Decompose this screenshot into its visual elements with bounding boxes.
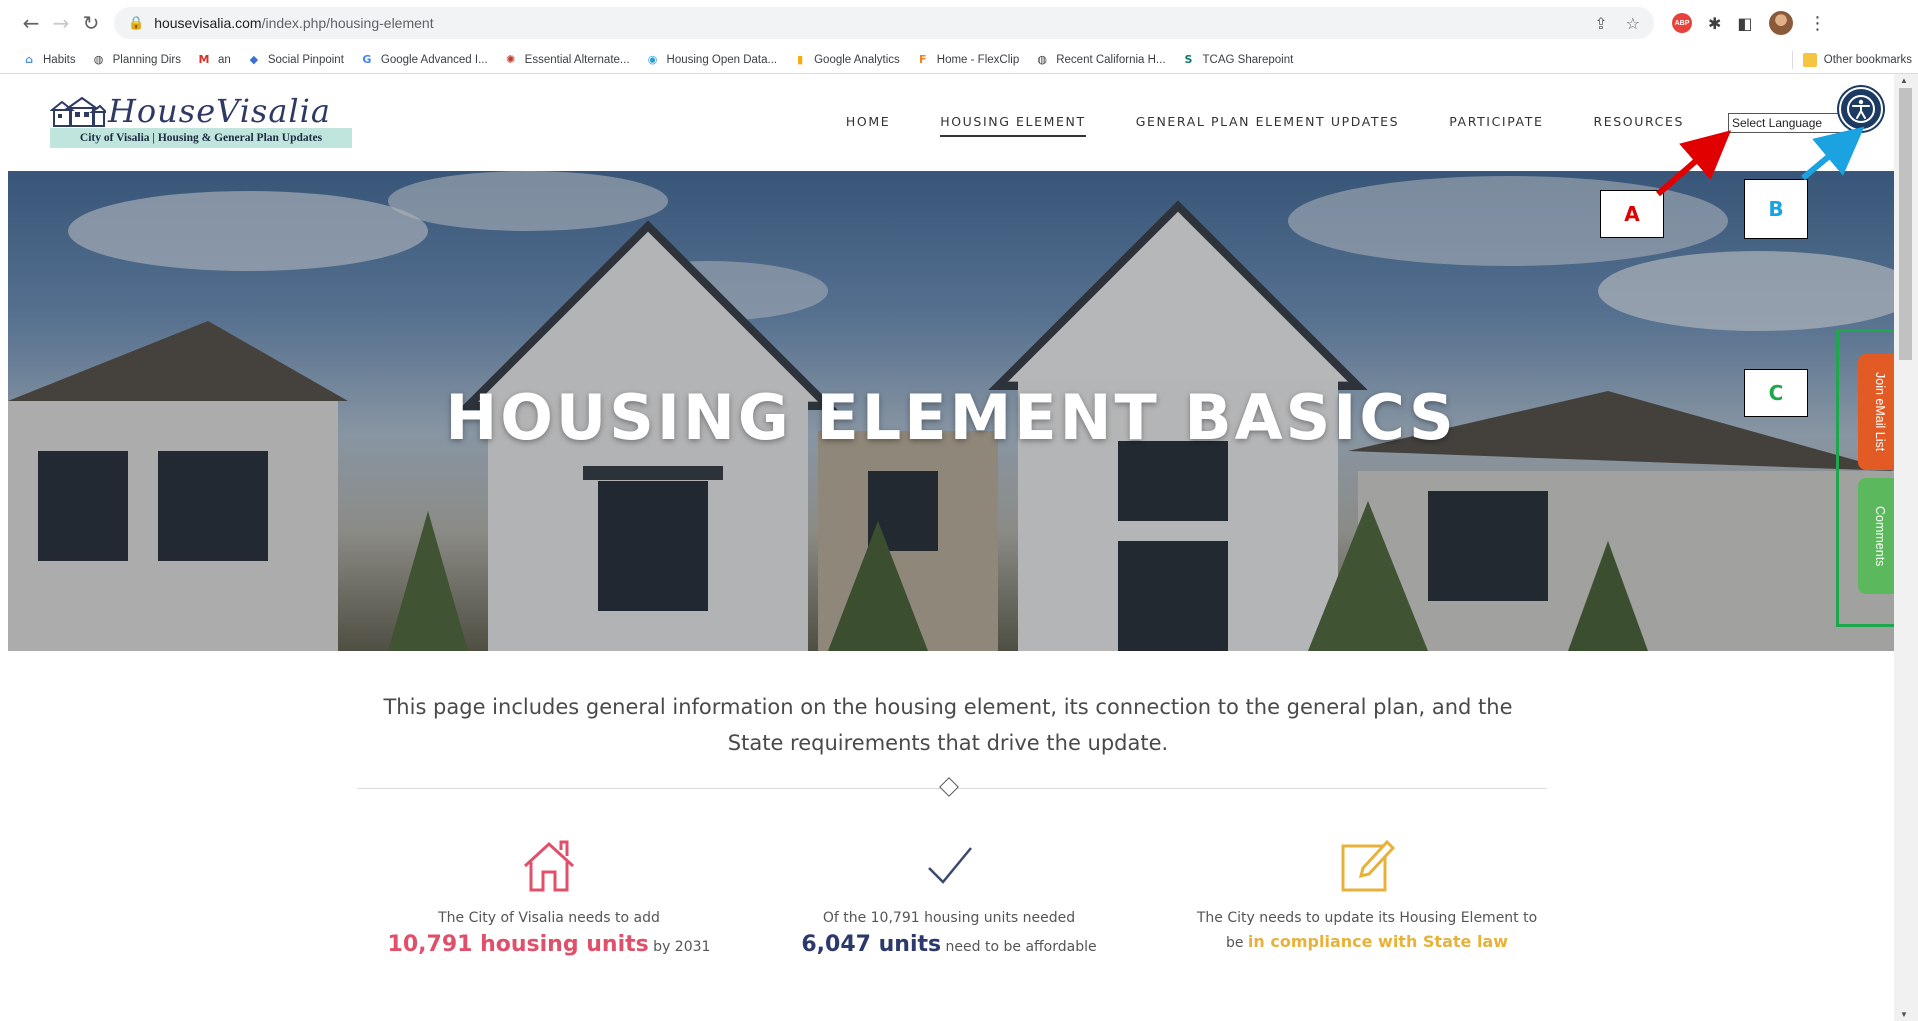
bookmark-item[interactable]: Man bbox=[197, 53, 231, 67]
bookmark-label: TCAG Sharepoint bbox=[1202, 53, 1294, 66]
bookmark-label: an bbox=[218, 53, 231, 66]
bookmark-item[interactable]: ⌂ Habits bbox=[22, 53, 76, 67]
edit-icon bbox=[1341, 839, 1396, 892]
address-bar[interactable]: 🔒 housevisalia.com /index.php/housing-el… bbox=[114, 7, 1654, 39]
checkmark-icon bbox=[928, 847, 972, 884]
stat-1-text: The City of Visalia needs to add bbox=[438, 910, 660, 926]
habits-icon: ⌂ bbox=[25, 52, 33, 66]
house-icon bbox=[523, 840, 575, 892]
intro-line-2: State requirements that drive the update… bbox=[727, 731, 1169, 755]
stat-3-prefix: be bbox=[1225, 935, 1248, 951]
intro-text: This page includes general information o… bbox=[348, 689, 1548, 761]
web-page: HouseVisalia City of Visalia | Housing &… bbox=[8, 74, 1894, 1021]
bookmark-label: Essential Alternate... bbox=[524, 53, 630, 66]
bookmark-item[interactable]: ◆ Social Pinpoint bbox=[247, 53, 344, 67]
annotation-c-label: C bbox=[1744, 369, 1808, 417]
forward-icon[interactable]: → bbox=[46, 11, 76, 35]
stat-3-highlight[interactable]: in compliance with State law bbox=[1248, 932, 1508, 951]
bookmark-label: Google Advanced I... bbox=[380, 53, 488, 66]
scrollbar-thumb[interactable] bbox=[1899, 88, 1912, 360]
bookmark-star-icon[interactable]: ☆ bbox=[1626, 14, 1640, 33]
bookmark-item[interactable]: ▮ Google Analytics bbox=[793, 53, 900, 67]
bookmark-item[interactable]: ◉ Housing Open Data... bbox=[646, 52, 778, 67]
flexclip-icon: F bbox=[919, 52, 927, 66]
bookmark-item[interactable]: G Google Advanced I... bbox=[360, 52, 488, 67]
stat-state-compliance: The City needs to update its Housing Ele… bbox=[1167, 834, 1567, 951]
globe-icon: ◍ bbox=[93, 52, 104, 66]
scroll-up-icon[interactable]: ▲ bbox=[1900, 76, 1908, 85]
bookmark-item[interactable]: ◍ Planning Dirs bbox=[92, 53, 181, 67]
menu-kebab-icon[interactable]: ⋮ bbox=[1809, 13, 1827, 34]
stat-affordable-units: Of the 10,791 housing units needed 6,047… bbox=[749, 834, 1149, 957]
stat-2-text: Of the 10,791 housing units needed bbox=[822, 910, 1076, 926]
ea-icon: ✺ bbox=[506, 52, 516, 66]
bookmark-item[interactable]: ◍ Recent California H... bbox=[1035, 53, 1165, 67]
gmail-icon: M bbox=[198, 52, 210, 66]
stat-1-figure: 10,791 housing units by 2031 bbox=[349, 932, 749, 957]
page-scrollbar[interactable]: ▲ ▼ bbox=[1894, 74, 1918, 1021]
profile-avatar[interactable] bbox=[1768, 11, 1793, 35]
bookmark-label: Planning Dirs bbox=[112, 53, 182, 66]
bookmark-item[interactable]: S TCAG Sharepoint bbox=[1182, 53, 1294, 67]
stat-housing-units: The City of Visalia needs to add 10,791 … bbox=[349, 834, 749, 957]
intro-line-1: This page includes general information o… bbox=[383, 695, 1513, 719]
adblock-extension-icon[interactable]: ABP bbox=[1672, 13, 1692, 33]
globe-icon: ◍ bbox=[1037, 52, 1048, 66]
side-panel-icon[interactable]: ◧ bbox=[1737, 14, 1752, 33]
stat-2-highlight: 6,047 units bbox=[801, 932, 942, 957]
other-bookmarks-label: Other bookmarks bbox=[1823, 53, 1912, 66]
folder-icon bbox=[1802, 52, 1817, 67]
diamond-icon bbox=[939, 777, 959, 797]
back-icon[interactable]: ← bbox=[16, 11, 46, 35]
scroll-down-icon[interactable]: ▼ bbox=[1900, 1010, 1908, 1019]
sharepoint-icon: S bbox=[1184, 52, 1193, 66]
bookmark-label: Home - FlexClip bbox=[936, 53, 1020, 66]
stat-1-highlight: 10,791 housing units bbox=[387, 932, 649, 957]
extensions-puzzle-icon[interactable]: ✱ bbox=[1708, 14, 1721, 33]
bookmark-label: Housing Open Data... bbox=[666, 53, 778, 66]
opendata-icon: ◉ bbox=[647, 52, 658, 66]
bookmark-item[interactable]: ✺ Essential Alternate... bbox=[504, 52, 630, 67]
browser-toolbar: ← → ↻ 🔒 housevisalia.com /index.php/hous… bbox=[0, 0, 1918, 46]
annotation-a-arrow bbox=[1656, 130, 1732, 197]
stat-3-text: The City needs to update its Housing Ele… bbox=[1196, 910, 1538, 926]
annotation-arrows bbox=[1656, 126, 1865, 197]
share-icon[interactable]: ⇪ bbox=[1594, 14, 1607, 33]
annotation-b-arrow bbox=[1801, 126, 1865, 181]
bookmark-label: Recent California H... bbox=[1056, 53, 1166, 66]
bookmark-label: Social Pinpoint bbox=[267, 53, 344, 66]
bookmarks-bar: ⌂ Habits ◍ Planning Dirs Man ◆ Social Pinpoint… bbox=[0, 46, 1918, 74]
url-path: /index.php/housing-element bbox=[261, 15, 434, 31]
bookmark-label: Habits bbox=[43, 53, 76, 66]
pinpoint-icon: ◆ bbox=[249, 52, 259, 66]
stat-3-figure: be in compliance with State law bbox=[1167, 932, 1567, 951]
lock-icon[interactable]: 🔒 bbox=[128, 16, 144, 31]
bookmarks-separator bbox=[1791, 50, 1793, 69]
bookmark-item[interactable]: F Home - FlexClip bbox=[916, 53, 1019, 67]
analytics-icon: ▮ bbox=[797, 52, 804, 66]
stat-1-suffix: by 2031 bbox=[648, 939, 711, 955]
reload-icon[interactable]: ↻ bbox=[76, 11, 106, 35]
url-host: housevisalia.com bbox=[154, 15, 262, 31]
google-icon: G bbox=[362, 52, 372, 66]
bookmark-label: Google Analytics bbox=[814, 53, 900, 66]
stat-2-suffix: need to be affordable bbox=[941, 939, 1097, 955]
stat-2-figure: 6,047 units need to be affordable bbox=[749, 932, 1149, 957]
hero-title: HOUSING ELEMENT BASICS bbox=[445, 381, 1457, 454]
other-bookmarks[interactable]: Other bookmarks bbox=[1802, 52, 1912, 67]
